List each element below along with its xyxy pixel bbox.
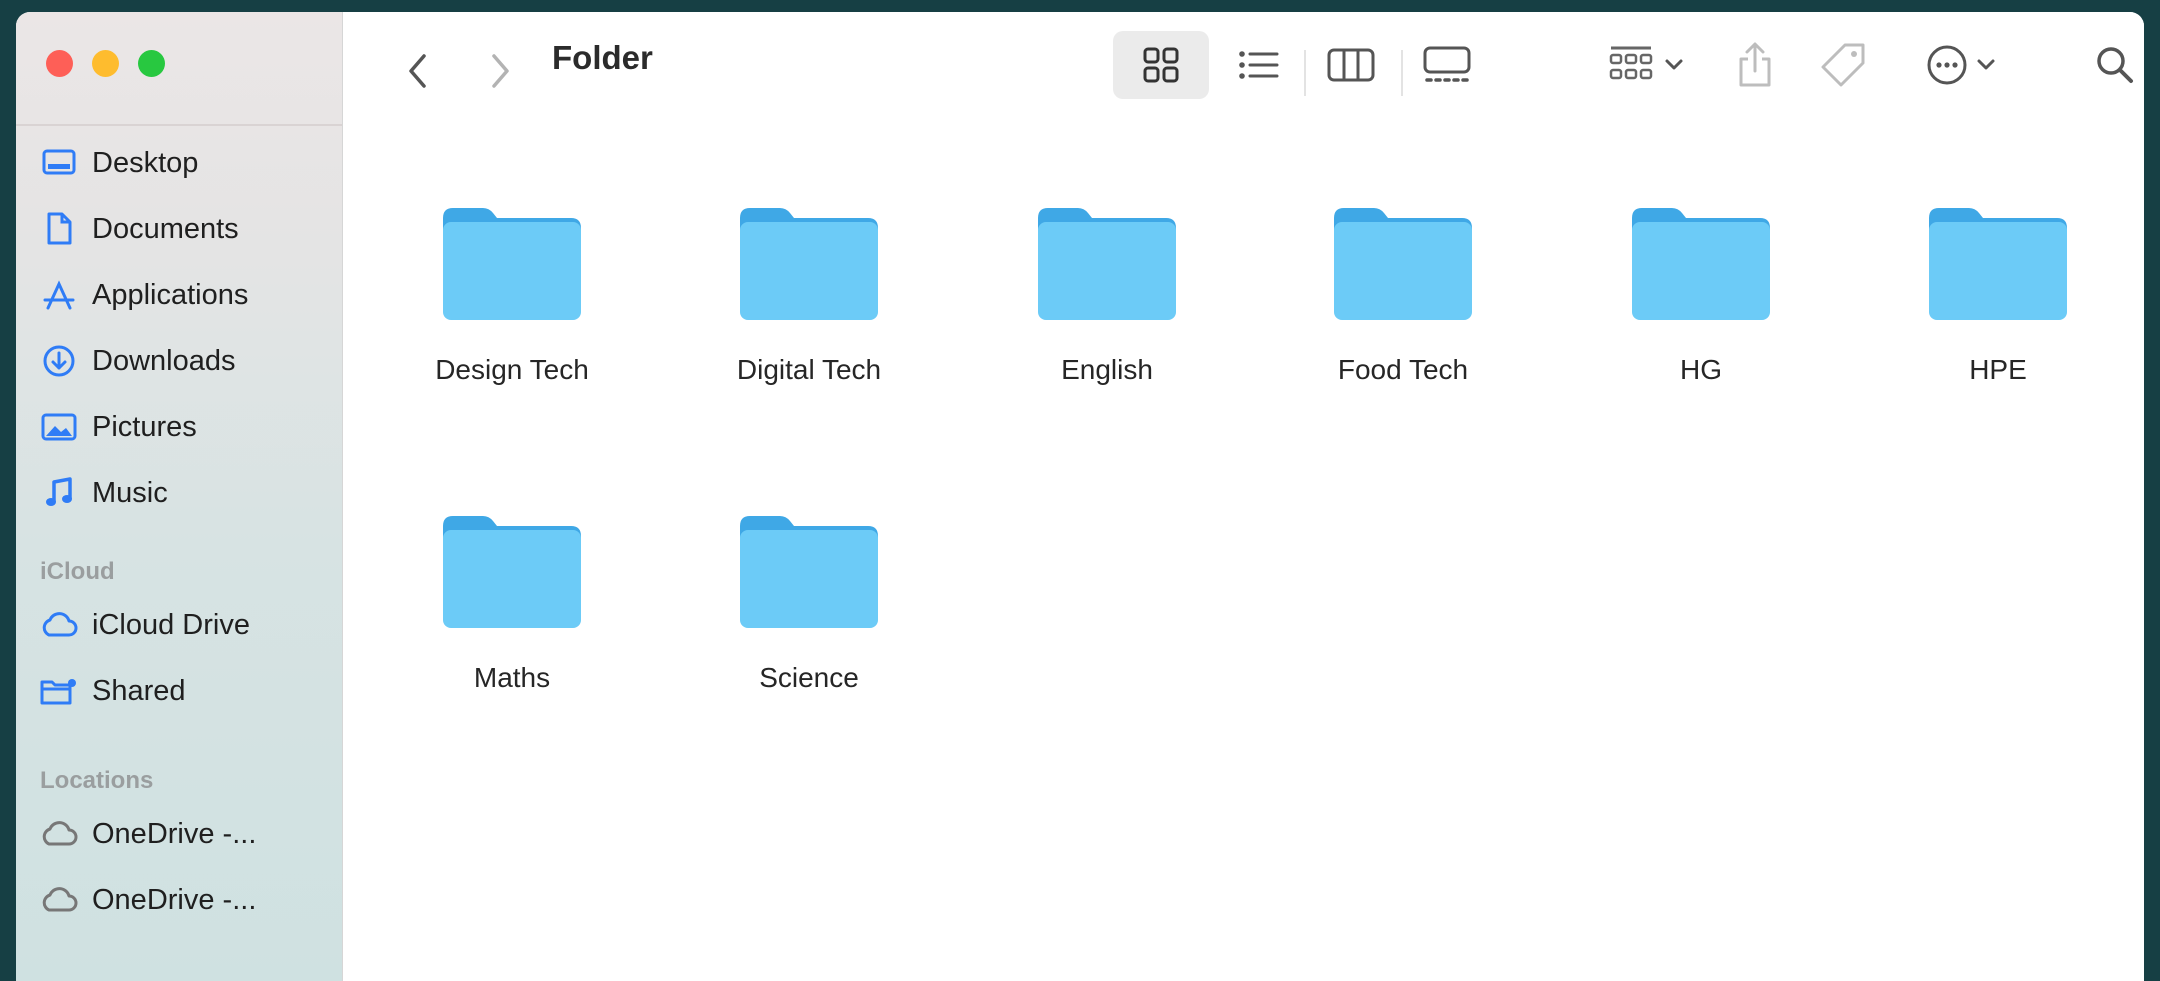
list-icon: [1239, 51, 1279, 79]
folder-item[interactable]: Science: [689, 508, 929, 694]
download-icon: [40, 342, 78, 380]
group-by-button[interactable]: [1591, 31, 1701, 99]
folder-label: Science: [759, 662, 859, 693]
chevron-down-icon: [1665, 59, 1683, 70]
sidebar-item-applications[interactable]: Applications: [40, 270, 248, 320]
column-view-button[interactable]: [1311, 31, 1391, 99]
sidebar-item-label: Pictures: [92, 410, 197, 443]
icon-view-button[interactable]: [1113, 31, 1209, 99]
folder-icon: [1632, 208, 1770, 320]
chevron-down-icon: [1977, 59, 1995, 70]
folder-icon: [740, 516, 878, 628]
folder-item[interactable]: Digital Tech: [689, 200, 929, 386]
folder-item[interactable]: HG: [1581, 200, 1821, 386]
list-view-button[interactable]: [1223, 31, 1295, 99]
shared-folder-icon: [40, 672, 78, 710]
folder-label: Maths: [473, 662, 551, 693]
back-button[interactable]: [398, 46, 438, 96]
sidebar-item-onedrive-1[interactable]: OneDrive -...: [40, 809, 256, 859]
folder-label: English: [1061, 354, 1153, 385]
applications-icon: [40, 276, 78, 314]
chevron-right-icon: [492, 54, 509, 88]
sidebar-item-downloads[interactable]: Downloads: [40, 336, 235, 386]
sidebar-item-label: Shared: [92, 674, 186, 707]
folder-item[interactable]: Maths: [392, 508, 632, 694]
sidebar-section-locations: Locations: [40, 767, 154, 794]
zoom-window-button[interactable]: [138, 50, 165, 77]
forward-button[interactable]: [480, 46, 520, 96]
cloud-icon: [40, 881, 78, 919]
sidebar-item-icloud-drive[interactable]: iCloud Drive: [40, 600, 250, 650]
gallery-view-button[interactable]: [1407, 31, 1487, 99]
main-content: Folder Design Tech Digital Tech English …: [343, 12, 2144, 981]
sidebar-item-onedrive-2[interactable]: OneDrive -...: [40, 875, 256, 925]
folder-item[interactable]: English: [987, 200, 1227, 386]
search-icon: [2097, 47, 2133, 83]
toolbar-separator: [1304, 50, 1306, 96]
folder-label: Digital Tech: [736, 354, 882, 385]
group-grid-icon: [1609, 46, 1653, 80]
folder-item[interactable]: Food Tech: [1283, 200, 1523, 386]
finder-window: Desktop Documents Applications Downloads…: [16, 12, 2144, 981]
share-button[interactable]: [1721, 31, 1789, 99]
folder-item[interactable]: Design Tech: [392, 200, 632, 386]
gallery-icon: [1423, 46, 1471, 82]
more-icon: [1927, 45, 1967, 85]
more-actions-button[interactable]: [1911, 31, 2011, 99]
grid-icon: [1143, 47, 1179, 83]
cloud-icon: [40, 815, 78, 853]
folder-icon: [1334, 208, 1472, 320]
sidebar-item-label: Music: [92, 476, 168, 509]
chevron-left-icon: [409, 54, 426, 88]
folder-icon: [443, 516, 581, 628]
sidebar-item-documents[interactable]: Documents: [40, 204, 239, 254]
sidebar-item-label: Documents: [92, 212, 239, 245]
folder-label: Design Tech: [435, 354, 589, 385]
sidebar-item-desktop[interactable]: Desktop: [40, 138, 198, 188]
sidebar-section-icloud: iCloud: [40, 558, 115, 585]
window-title: Folder: [552, 39, 653, 76]
sidebar-item-label: Downloads: [92, 344, 236, 377]
sidebar-item-shared[interactable]: Shared: [40, 666, 186, 716]
folder-icon: [1929, 208, 2067, 320]
folder-label: HG: [1680, 354, 1722, 385]
sidebar-item-label: OneDrive -...: [92, 817, 257, 850]
search-button[interactable]: [2081, 31, 2144, 99]
sidebar-item-label: Desktop: [92, 146, 199, 179]
sidebar-item-label: OneDrive -...: [92, 883, 257, 916]
share-icon: [1739, 42, 1771, 87]
sidebar-divider: [16, 124, 342, 126]
sidebar-item-label: Applications: [92, 278, 249, 311]
tag-icon: [1821, 43, 1865, 87]
minimize-window-button[interactable]: [92, 50, 119, 77]
folder-label: HPE: [1969, 354, 2027, 385]
desktop-icon: [40, 144, 78, 182]
sidebar: Desktop Documents Applications Downloads…: [16, 12, 343, 981]
sidebar-item-music[interactable]: Music: [40, 468, 168, 518]
document-icon: [40, 210, 78, 248]
pictures-icon: [40, 408, 78, 446]
tag-button[interactable]: [1809, 31, 1877, 99]
music-note-icon: [40, 474, 78, 512]
folder-icon: [1038, 208, 1176, 320]
folder-item[interactable]: HPE: [1878, 200, 2118, 386]
sidebar-item-pictures[interactable]: Pictures: [40, 402, 197, 452]
toolbar-separator: [1401, 50, 1403, 96]
toolbar: Folder: [343, 12, 2144, 132]
folder-icon: [443, 208, 581, 320]
sidebar-item-label: iCloud Drive: [92, 608, 250, 641]
folder-label: Food Tech: [1337, 354, 1469, 385]
columns-icon: [1327, 48, 1375, 82]
close-window-button[interactable]: [46, 50, 73, 77]
folder-icon: [740, 208, 878, 320]
cloud-icon: [40, 606, 78, 644]
